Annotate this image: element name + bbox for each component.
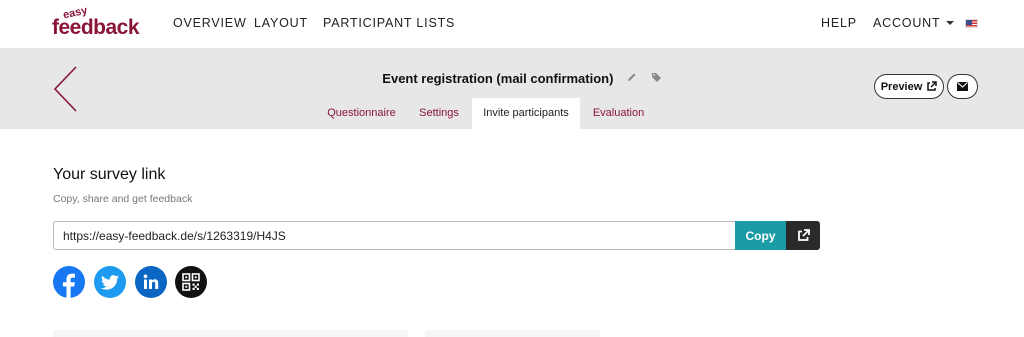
- account-label: ACCOUNT: [873, 16, 941, 30]
- survey-title: Event registration (mail confirmation): [382, 71, 614, 86]
- tab-questionnaire[interactable]: Questionnaire: [318, 98, 405, 129]
- facebook-icon: [62, 273, 75, 298]
- preview-button[interactable]: Preview: [874, 74, 944, 99]
- nav-participant-lists[interactable]: PARTICIPANT LISTS: [323, 16, 455, 30]
- tab-settings[interactable]: Settings: [410, 98, 468, 129]
- survey-url-field[interactable]: [53, 221, 736, 250]
- faded-content-strip: [53, 330, 408, 337]
- logo-feedback-text: feedback: [52, 16, 140, 39]
- copy-button[interactable]: Copy: [735, 221, 786, 250]
- faded-content-strip: [425, 330, 600, 337]
- tag-icon[interactable]: [651, 72, 662, 85]
- envelope-icon: [957, 82, 968, 91]
- easy-feedback-logo[interactable]: easy feedback: [52, 5, 140, 39]
- nav-help[interactable]: HELP: [821, 16, 857, 30]
- us-flag-icon[interactable]: [965, 19, 978, 28]
- tab-invite-participants[interactable]: Invite participants: [472, 98, 580, 129]
- nav-overview[interactable]: OVERVIEW: [173, 16, 247, 30]
- open-link-button[interactable]: [786, 221, 820, 250]
- survey-link-subtitle: Copy, share and get feedback: [53, 193, 193, 205]
- email-button[interactable]: [947, 74, 978, 99]
- survey-link-heading: Your survey link: [53, 166, 166, 183]
- qr-code-button[interactable]: [175, 266, 207, 298]
- twitter-icon: [101, 274, 119, 290]
- nav-account-dropdown[interactable]: ACCOUNT: [873, 16, 955, 30]
- top-navigation: easy feedback OVERVIEW LAYOUT PARTICIPAN…: [0, 0, 1024, 48]
- preview-label: Preview: [880, 80, 923, 93]
- survey-header: Event registration (mail confirmation) P…: [0, 48, 1024, 129]
- qr-code-icon: [182, 273, 200, 291]
- survey-title-row: Event registration (mail confirmation): [0, 71, 1024, 86]
- caret-down-icon: [946, 21, 955, 25]
- external-link-icon: [797, 229, 810, 241]
- linkedin-share-button[interactable]: [135, 266, 167, 298]
- edit-pencil-icon[interactable]: [627, 72, 637, 85]
- external-link-icon: [927, 81, 938, 91]
- linkedin-icon: [143, 274, 159, 289]
- twitter-share-button[interactable]: [94, 266, 126, 298]
- nav-layout[interactable]: LAYOUT: [254, 16, 308, 30]
- facebook-share-button[interactable]: [53, 266, 85, 298]
- tab-evaluation[interactable]: Evaluation: [585, 98, 652, 129]
